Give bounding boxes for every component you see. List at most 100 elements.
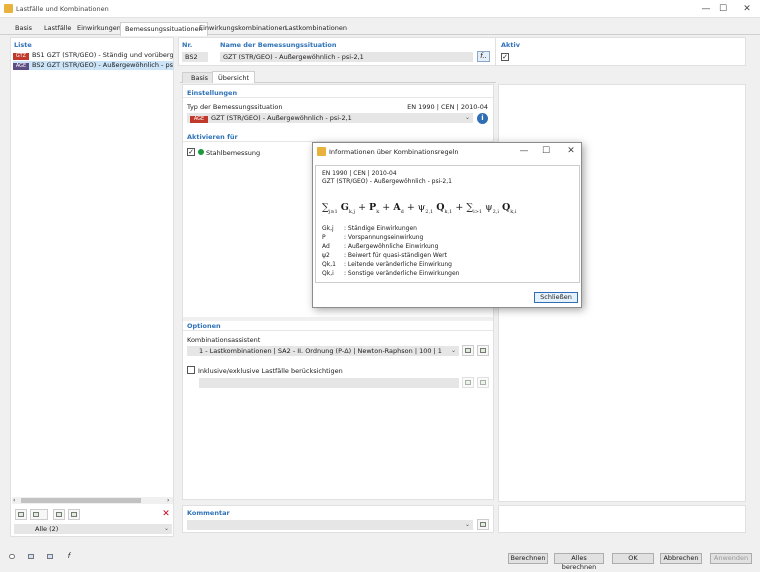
scrollbar-thumb[interactable] [21, 498, 141, 503]
dialog-title-bar: Informationen über Kombinationsregeln — … [313, 143, 581, 160]
window-title: Lastfälle und Kombinationen [16, 5, 109, 13]
legend-item: Qk,1: Leitende veränderliche Einwirkung [322, 261, 452, 268]
nr-field[interactable]: BS2 [182, 52, 208, 62]
inklusive-checkbox[interactable] [187, 366, 195, 374]
info-icon[interactable]: i [477, 113, 488, 124]
ok-button[interactable]: OK [612, 553, 654, 564]
right-bottom-panel [498, 505, 746, 533]
sub-tabs: Basis Übersicht [180, 71, 496, 83]
tab-einwirkungen[interactable]: Einwirkungen [73, 22, 125, 35]
dialog-maximize-button[interactable]: ☐ [540, 145, 552, 157]
header-panel: Nr. BS2 Name der Bemessungssituation GZT… [178, 37, 746, 66]
edit-name-icon[interactable]: f.. [477, 51, 490, 62]
main-tabs: Basis Lastfälle Einwirkungen Bemessungss… [0, 22, 760, 36]
chevron-down-icon: ⌄ [464, 521, 470, 528]
assistent-value: 1 - Lastkombinationen | SA2 - II. Ordnun… [199, 347, 442, 355]
typ-select[interactable]: AGE GZT (STR/GEO) - Außergewöhnlich - psi… [187, 113, 473, 123]
subtab-uebersicht[interactable]: Übersicht [212, 71, 255, 83]
list-panel: Liste GTZ BS1 GZT (STR/GEO) - Ständig und… [10, 37, 174, 537]
nr-label: Nr. [182, 41, 193, 49]
combination-formula: ∑j≥1 Gk,j + Pk + Ad + ψ2,1 Qk,1 + ∑i>1 ψ… [322, 202, 517, 215]
edit-icon-disabled[interactable] [477, 377, 489, 388]
new-combination-icon[interactable] [462, 345, 474, 356]
new-icon-disabled[interactable] [462, 377, 474, 388]
bottom-bar: f Berechnen Alles berechnen OK Abbrechen… [0, 545, 760, 571]
chevron-down-icon: ⌄ [450, 347, 456, 354]
inklusive-label: Inklusive/exklusive Lastfälle berücksich… [198, 367, 343, 375]
legend-list: Gk,j: Ständige Einwirkungen P: Vorspannu… [322, 224, 502, 278]
aktiv-label: Aktiv [501, 41, 520, 49]
stahlbemessung-label: Stahlbemessung [206, 149, 261, 157]
typ-label: Typ der Bemessungssituation [187, 103, 283, 111]
aktivieren-header: Aktivieren für [187, 133, 238, 141]
optionen-header: Optionen [187, 322, 221, 330]
dialog-situation: GZT (STR/GEO) - Außergewöhnlich - psi-2,… [322, 178, 452, 185]
check-icon[interactable] [53, 509, 65, 520]
search-icon[interactable] [6, 552, 18, 563]
scroll-left-icon[interactable]: ‹ [13, 497, 15, 504]
copy-item-icon[interactable] [30, 509, 48, 520]
chevron-down-icon: ⌄ [163, 525, 169, 532]
typ-value: GZT (STR/GEO) - Außergewöhnlich - psi-2,… [211, 114, 352, 122]
dialog-norm: EN 1990 | CEN | 2010-04 [322, 170, 397, 177]
new-item-icon[interactable] [15, 509, 27, 520]
einstellungen-header: Einstellungen [187, 89, 238, 97]
dialog-minimize-button[interactable]: — [518, 145, 530, 157]
typ-tag: AGE [190, 116, 208, 123]
stahlbemessung-checkbox[interactable]: ✓ [187, 148, 195, 156]
legend-item: Qk,i: Sonstige veränderliche Einwirkunge… [322, 270, 460, 277]
norm-text: EN 1990 | CEN | 2010-04 [407, 103, 488, 111]
list-item-tag: GTZ [13, 53, 29, 60]
aktiv-checkbox[interactable]: ✓ [501, 53, 509, 61]
close-window-button[interactable]: ✕ [741, 3, 753, 15]
renumber-icon[interactable] [68, 509, 80, 520]
table-icon[interactable] [44, 552, 56, 563]
scroll-right-icon[interactable]: › [167, 497, 169, 504]
tab-basis[interactable]: Basis [11, 22, 36, 35]
list-item-selected[interactable]: AGE BS2 GZT (STR/GEO) - Außergewöhnlich -… [13, 61, 173, 70]
legend-item: Gk,j: Ständige Einwirkungen [322, 225, 417, 232]
list-item[interactable]: GTZ BS1 GZT (STR/GEO) - Ständig und vorüb… [13, 51, 173, 60]
delete-icon[interactable]: ✕ [160, 509, 172, 520]
dialog-icon [317, 147, 326, 156]
chevron-down-icon: ⌄ [464, 114, 470, 121]
tab-lastfaelle[interactable]: Lastfälle [40, 22, 75, 35]
formula-icon[interactable]: f [63, 552, 75, 563]
legend-item: P: Vorspannungseinwirkung [322, 234, 424, 241]
filter-select[interactable]: Alle (2) ⌄ [14, 524, 172, 534]
minimize-button[interactable]: — [700, 3, 712, 15]
tab-einwirkungskombinationen[interactable]: Einwirkungskombinationen [195, 22, 291, 35]
kombinationsregeln-dialog: Informationen über Kombinationsregeln — … [312, 142, 582, 308]
anwenden-button[interactable]: Anwenden [710, 553, 752, 564]
dialog-close-button[interactable]: ✕ [565, 145, 577, 157]
berechnen-button[interactable]: Berechnen [508, 553, 548, 564]
kommentar-field[interactable]: ⌄ [187, 520, 473, 530]
title-bar: Lastfälle und Kombinationen — ☐ ✕ [0, 0, 760, 18]
units-icon[interactable] [25, 552, 37, 563]
name-field[interactable]: GZT (STR/GEO) - Außergewöhnlich - psi-2,… [220, 52, 473, 62]
maximize-button[interactable]: ☐ [717, 3, 729, 15]
legend-item: Ad: Außergewöhnliche Einwirkung [322, 243, 439, 250]
list-item-label: BS1 GZT (STR/GEO) - Ständig und vorüberg… [32, 51, 173, 59]
alles-berechnen-button[interactable]: Alles berechnen [554, 553, 604, 571]
legend-item: ψ2: Beiwert für quasi-ständigen Wert [322, 252, 447, 259]
dialog-title: Informationen über Kombinationsregeln [329, 148, 459, 156]
horizontal-scrollbar[interactable]: ‹ › [12, 497, 173, 504]
name-label: Name der Bemessungssituation [220, 41, 337, 49]
kommentar-header: Kommentar [187, 509, 230, 517]
list-item-label: BS2 GZT (STR/GEO) - Außergewöhnlich - ps… [32, 61, 173, 69]
status-dot-icon [198, 149, 204, 155]
inklusive-field[interactable] [199, 378, 459, 388]
dialog-content: EN 1990 | CEN | 2010-04 GZT (STR/GEO) - … [315, 165, 580, 283]
copy-comment-icon[interactable] [477, 519, 489, 530]
edit-combination-icon[interactable] [477, 345, 489, 356]
list-header: Liste [14, 41, 32, 49]
assistent-label: Kombinationsassistent [187, 336, 261, 344]
filter-value: Alle (2) [35, 525, 59, 533]
kommentar-panel: Kommentar ⌄ [182, 505, 494, 533]
assistent-select[interactable]: 1 - Lastkombinationen | SA2 - II. Ordnun… [187, 346, 459, 356]
abbrechen-button[interactable]: Abbrechen [660, 553, 702, 564]
schliessen-button[interactable]: Schließen [534, 292, 578, 303]
tab-lastkombinationen[interactable]: Lastkombinationen [281, 22, 351, 35]
app-icon [4, 4, 13, 13]
